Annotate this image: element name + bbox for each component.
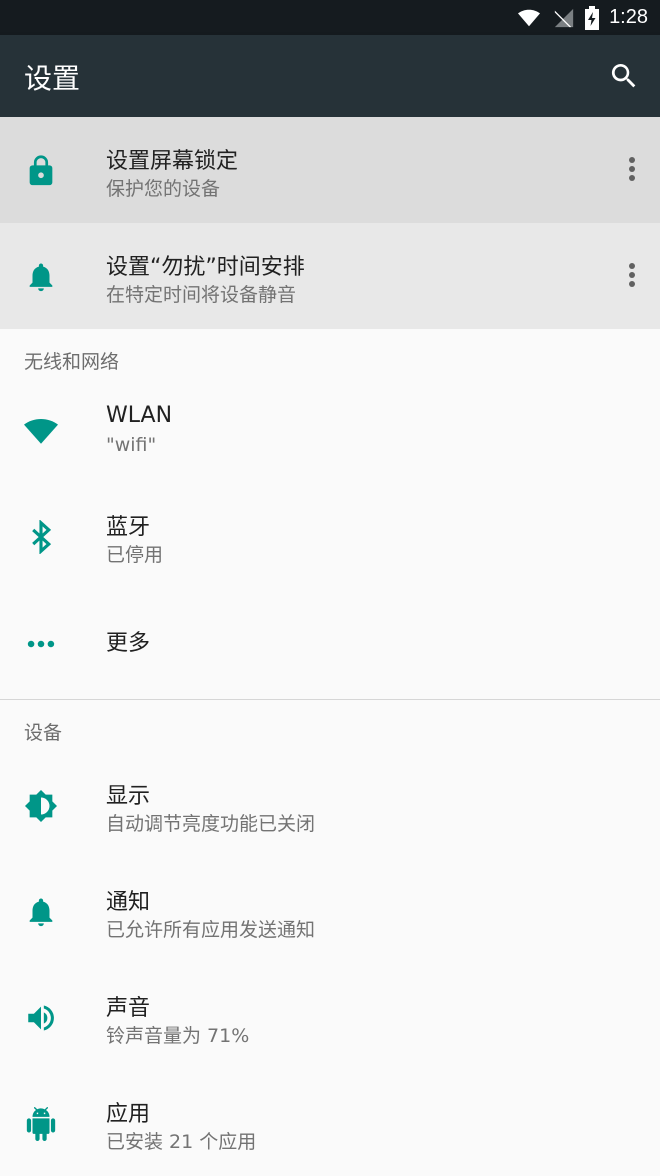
bluetooth-icon (32, 520, 52, 554)
suggestion-subtitle: 保护您的设备 (106, 178, 221, 200)
setting-subtitle: 已停用 (106, 544, 164, 566)
status-bar: 1:28 (0, 0, 660, 35)
setting-subtitle: 已允许所有应用发送通知 (106, 919, 316, 941)
search-icon[interactable] (608, 60, 640, 92)
setting-item-wlan[interactable]: WLAN "wifi" (0, 377, 660, 483)
app-bar: 设置 (0, 35, 660, 117)
more-vert-icon[interactable] (626, 261, 638, 291)
brightness-icon (24, 789, 58, 823)
suggestion-screen-lock[interactable]: 设置屏幕锁定 保护您的设备 (0, 117, 660, 223)
android-icon (26, 1107, 56, 1141)
status-time: 1:28 (609, 6, 648, 28)
lock-icon (29, 155, 53, 186)
suggestion-dnd-schedule[interactable]: 设置“勿扰”时间安排 在特定时间将设备静音 (0, 223, 660, 329)
setting-title: 更多 (106, 631, 151, 656)
setting-subtitle: "wifi" (106, 434, 157, 456)
suggestion-title: 设置“勿扰”时间安排 (106, 255, 305, 280)
setting-title: 声音 (106, 996, 151, 1021)
more-horiz-icon (27, 640, 55, 648)
setting-item-sound[interactable]: 声音 铃声音量为 71% (0, 964, 660, 1070)
more-vert-icon[interactable] (626, 155, 638, 185)
wifi-signal-icon (518, 9, 541, 26)
setting-item-display[interactable]: 显示 自动调节亮度功能已关闭 (0, 752, 660, 858)
setting-title: 应用 (106, 1102, 151, 1127)
bell-icon (29, 263, 53, 292)
wifi-icon (24, 418, 58, 444)
setting-item-more[interactable]: 更多 (0, 589, 660, 699)
setting-title: 通知 (106, 890, 151, 915)
setting-title: 显示 (106, 784, 151, 809)
suggestion-title: 设置屏幕锁定 (106, 149, 239, 174)
cell-signal-icon (554, 8, 574, 27)
bell-icon (29, 898, 53, 927)
setting-title: 蓝牙 (106, 515, 151, 540)
setting-item-notifications[interactable]: 通知 已允许所有应用发送通知 (0, 858, 660, 964)
settings-list: 设置屏幕锁定 保护您的设备 设置“勿扰”时间安排 在特定时间将设备静音 无线和网… (0, 117, 660, 1176)
page-title: 设置 (24, 62, 81, 95)
setting-title: WLAN (106, 403, 173, 428)
battery-charging-icon (585, 5, 600, 30)
setting-subtitle: 已安装 21 个应用 (106, 1131, 257, 1153)
setting-item-bluetooth[interactable]: 蓝牙 已停用 (0, 483, 660, 589)
section-header-device: 设备 (24, 722, 63, 744)
setting-subtitle: 铃声音量为 71% (106, 1025, 250, 1047)
setting-subtitle: 自动调节亮度功能已关闭 (106, 813, 316, 835)
volume-icon (28, 1005, 54, 1031)
setting-item-apps[interactable]: 应用 已安装 21 个应用 (0, 1070, 660, 1176)
suggestion-subtitle: 在特定时间将设备静音 (106, 284, 297, 306)
